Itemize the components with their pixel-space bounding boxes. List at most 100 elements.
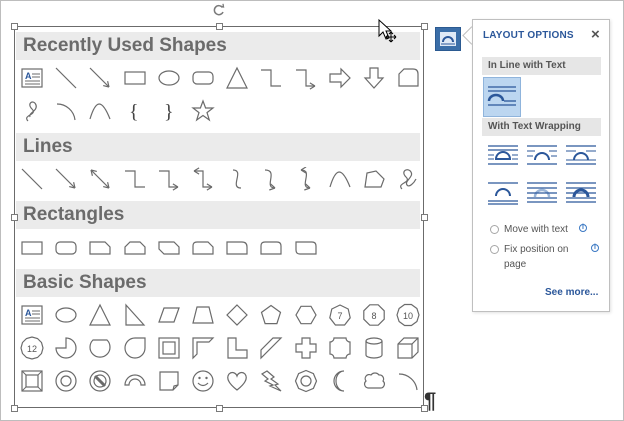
curved-arrow-connector-icon[interactable]	[259, 167, 283, 191]
snip-diagonal-icon[interactable]	[157, 236, 181, 260]
chord-icon[interactable]	[88, 336, 112, 360]
line-icon[interactable]	[54, 66, 78, 90]
see-more-link[interactable]: See more...	[545, 287, 598, 298]
octagon-icon[interactable]: 8	[362, 303, 386, 327]
oval-icon[interactable]	[157, 66, 181, 90]
heart-icon[interactable]	[225, 369, 249, 393]
hexagon-icon[interactable]	[294, 303, 318, 327]
folded-corner-icon[interactable]	[157, 369, 181, 393]
info-icon[interactable]: i	[579, 224, 587, 232]
pie-icon[interactable]	[54, 336, 78, 360]
resize-handle[interactable]	[10, 213, 18, 221]
close-icon[interactable]: ×	[591, 26, 600, 43]
resize-handle[interactable]	[215, 22, 223, 30]
rectangle-icon[interactable]	[123, 66, 147, 90]
text-box-icon[interactable]: A	[20, 303, 44, 327]
bevel-icon[interactable]	[20, 369, 44, 393]
resize-handle[interactable]	[215, 404, 223, 412]
wrap-through-button[interactable]	[565, 143, 597, 169]
triangle-icon[interactable]	[88, 303, 112, 327]
round-same-side-icon[interactable]	[259, 236, 283, 260]
left-brace-icon[interactable]: {	[123, 99, 147, 123]
rectangle-icon[interactable]	[20, 236, 44, 260]
arc-icon[interactable]	[54, 99, 78, 123]
smiley-face-icon[interactable]	[191, 369, 215, 393]
elbow-double-arrow-icon[interactable]	[191, 167, 215, 191]
elbow-arrow-connector-icon[interactable]	[294, 66, 318, 90]
curve-icon[interactable]	[328, 167, 352, 191]
heptagon-icon[interactable]: 7	[328, 303, 352, 327]
parallelogram-icon[interactable]	[157, 303, 181, 327]
line-arrow-icon[interactable]	[54, 167, 78, 191]
block-arc-icon[interactable]	[123, 369, 147, 393]
elbow-connector-icon[interactable]	[123, 167, 147, 191]
frame-icon[interactable]	[157, 336, 181, 360]
arc-icon[interactable]	[396, 369, 420, 393]
no-symbol-icon[interactable]	[88, 369, 112, 393]
double-arrow-line-icon[interactable]	[88, 167, 112, 191]
wrap-tight-button[interactable]	[526, 143, 558, 169]
rounded-rectangle-icon[interactable]	[191, 66, 215, 90]
line-icon[interactable]	[20, 167, 44, 191]
wrap-behind-text-button[interactable]	[526, 180, 558, 206]
plaque-icon[interactable]	[328, 336, 352, 360]
diagonal-stripe-icon[interactable]	[259, 336, 283, 360]
donut-icon[interactable]	[54, 369, 78, 393]
pentagon-icon[interactable]	[259, 303, 283, 327]
right-arrow-icon[interactable]	[328, 66, 352, 90]
layout-options-button[interactable]	[435, 27, 461, 51]
fix-position-radio[interactable]	[490, 245, 499, 254]
wrap-top-and-bottom-button[interactable]	[487, 180, 519, 206]
half-frame-icon[interactable]	[191, 336, 215, 360]
right-brace-icon[interactable]: }	[157, 99, 181, 123]
snip-round-single-icon[interactable]	[191, 236, 215, 260]
in-line-with-text-button[interactable]	[483, 77, 521, 117]
can-icon[interactable]	[362, 336, 386, 360]
wrap-in-front-of-text-button[interactable]	[565, 180, 597, 206]
teardrop-icon[interactable]	[123, 336, 147, 360]
move-with-text-radio[interactable]	[490, 225, 499, 234]
freeform-scribble-icon[interactable]	[20, 99, 44, 123]
down-arrow-icon[interactable]	[362, 66, 386, 90]
snip-single-corner-icon[interactable]	[88, 236, 112, 260]
wrap-square-button[interactable]	[487, 143, 519, 169]
oval-icon[interactable]	[54, 303, 78, 327]
star-icon[interactable]	[191, 99, 215, 123]
rounded-rectangle-icon[interactable]	[54, 236, 78, 260]
snip-same-side-icon[interactable]	[123, 236, 147, 260]
text-box-icon[interactable]: A	[20, 66, 44, 90]
resize-handle[interactable]	[10, 404, 18, 412]
shapes-gallery-picture[interactable]: Recently Used Shapes Lines Rectangles Ba…	[14, 26, 424, 408]
cross-icon[interactable]	[294, 336, 318, 360]
round-single-corner-icon[interactable]	[225, 236, 249, 260]
moon-icon[interactable]	[328, 369, 352, 393]
curved-double-arrow-icon[interactable]	[294, 167, 318, 191]
scribble-icon[interactable]	[396, 167, 420, 191]
fix-position-label[interactable]: Fix position on page	[504, 242, 584, 272]
cube-icon[interactable]	[396, 336, 420, 360]
sun-icon[interactable]	[294, 369, 318, 393]
triangle-icon[interactable]	[225, 66, 249, 90]
elbow-arrow-connector-icon[interactable]	[157, 167, 181, 191]
info-icon[interactable]: i	[591, 244, 599, 252]
resize-handle[interactable]	[420, 213, 428, 221]
diamond-icon[interactable]	[225, 303, 249, 327]
move-with-text-label[interactable]: Move with text	[504, 222, 579, 237]
lightning-bolt-icon[interactable]	[259, 369, 283, 393]
resize-handle[interactable]	[420, 22, 428, 30]
right-triangle-icon[interactable]	[123, 303, 147, 327]
elbow-connector-icon[interactable]	[259, 66, 283, 90]
dodecagon-icon[interactable]: 12	[20, 336, 44, 360]
l-shape-icon[interactable]	[225, 336, 249, 360]
decagon-icon[interactable]: 10	[396, 303, 420, 327]
rotate-handle-icon[interactable]	[212, 3, 226, 17]
round-diagonal-icon[interactable]	[294, 236, 318, 260]
trapezoid-icon[interactable]	[191, 303, 215, 327]
resize-handle[interactable]	[10, 22, 18, 30]
line-arrow-icon[interactable]	[88, 66, 112, 90]
cloud-icon[interactable]	[362, 369, 386, 393]
curve-icon[interactable]	[88, 99, 112, 123]
curved-connector-icon[interactable]	[225, 167, 249, 191]
freeform-icon[interactable]	[362, 167, 386, 191]
snip-corner-icon[interactable]	[396, 66, 420, 90]
